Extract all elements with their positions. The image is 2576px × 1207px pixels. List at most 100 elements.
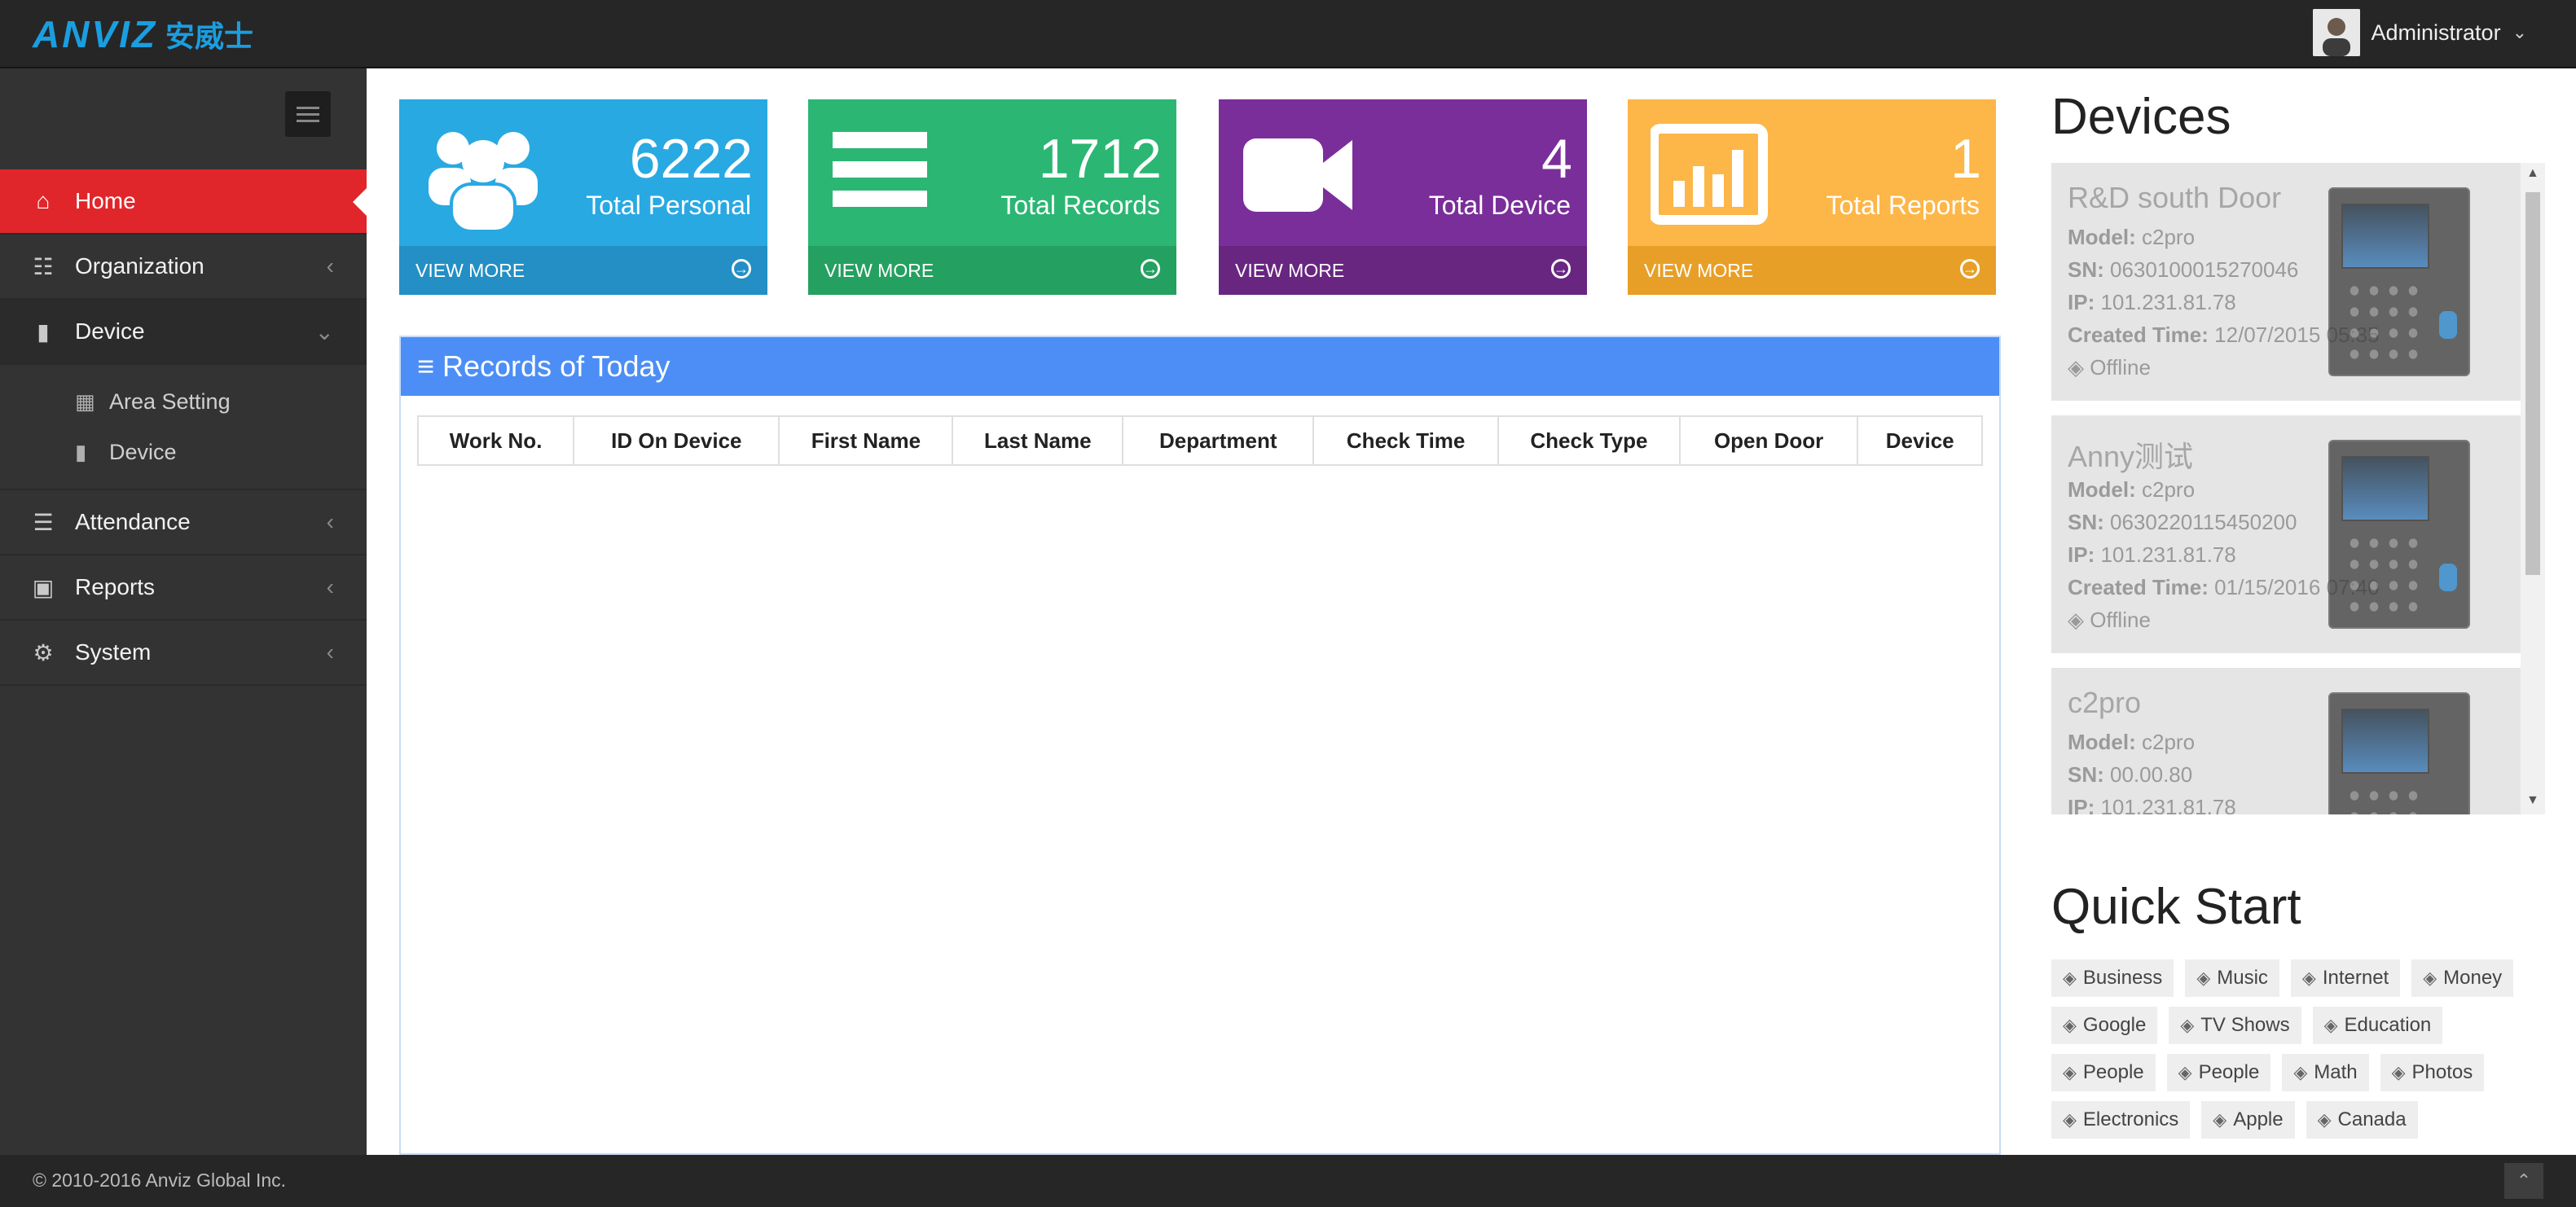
column-header[interactable]: Check Type — [1497, 415, 1681, 466]
tag-chip[interactable]: ◈ Canada — [2306, 1101, 2418, 1139]
sidebar-item-organization[interactable]: ☷ Organization ‹ — [0, 235, 367, 300]
stat-card-records: 1712 Total Records VIEW MORE → — [808, 99, 1176, 295]
home-icon: ⌂ — [36, 188, 51, 213]
scrollbar-thumb[interactable] — [2525, 192, 2540, 575]
devices-title: Devices — [2051, 89, 2231, 145]
tag-chip[interactable]: ◈ Education — [2312, 1007, 2443, 1044]
model-label: Model: — [2068, 225, 2136, 249]
sidebar-item-attendance[interactable]: ☰ Attendance ‹ — [0, 490, 367, 555]
grid-icon: ▦ — [75, 388, 95, 414]
tag-chip[interactable]: ◈ Apple — [2201, 1101, 2295, 1139]
chevron-up-icon: ⌃ — [2516, 1170, 2532, 1191]
tags-icon: ◈ — [2196, 968, 2211, 988]
scroll-up-icon[interactable]: ▲ — [2526, 166, 2539, 181]
column-header[interactable]: Work No. — [416, 415, 575, 466]
copyright-text: © 2010-2016 Anviz Global Inc. — [33, 1170, 287, 1191]
sidebar-item-device[interactable]: ▮ Device ⌄ — [0, 300, 367, 365]
bar-chart-icon — [1649, 114, 1773, 264]
sidebar-item-home[interactable]: ⌂ Home — [0, 169, 367, 235]
tag-chip[interactable]: ◈ Money — [2411, 959, 2514, 997]
submenu-item-device[interactable]: ▮ Device — [0, 427, 367, 477]
chevron-down-icon: ⌄ — [2512, 22, 2527, 42]
device-model: c2pro — [2142, 477, 2196, 502]
view-more-link[interactable]: VIEW MORE → — [399, 246, 767, 295]
sidebar-item-system[interactable]: ⚙ System ‹ — [0, 621, 367, 686]
anviz-logo[interactable]: ANVIZ 安威士 — [33, 13, 253, 55]
tag-label: Education — [2344, 1014, 2432, 1036]
user-menu[interactable]: Administrator ⌄ — [2312, 8, 2527, 57]
tag-chip[interactable]: ◈ People — [2166, 1054, 2271, 1091]
tags-icon: ◈ — [2063, 1109, 2077, 1130]
device-list[interactable]: R&D south Door Model: c2pro SN: 06301000… — [2051, 163, 2550, 814]
column-header[interactable]: Last Name — [952, 415, 1124, 466]
tag-icon: ◈ — [2068, 608, 2084, 632]
arrow-circle-right-icon: → — [732, 259, 751, 279]
tag-label: Business — [2082, 967, 2163, 989]
column-header[interactable]: First Name — [778, 415, 954, 466]
device-model: c2pro — [2142, 225, 2196, 249]
quick-start-tags: ◈ Business ◈ Music ◈ Internet ◈ Money ◈ Googl… — [2051, 959, 2556, 1139]
bars-icon — [831, 114, 937, 264]
tag-chip[interactable]: ◈ People — [2051, 1054, 2156, 1091]
device-ip: 101.231.81.78 — [2100, 795, 2236, 814]
device-sn: 00.00.80 — [2110, 762, 2193, 787]
view-more-link[interactable]: VIEW MORE → — [808, 246, 1176, 295]
tag-chip[interactable]: ◈ Google — [2051, 1007, 2158, 1044]
file-icon: ▣ — [32, 574, 55, 600]
sidebar-item-reports[interactable]: ▣ Reports ‹ — [0, 555, 367, 621]
tag-label: Google — [2082, 1014, 2147, 1036]
tags-icon: ◈ — [2423, 968, 2438, 988]
tag-chip[interactable]: ◈ Photos — [2380, 1054, 2485, 1091]
device-card[interactable]: c2pro Model: c2pro SN: 00.00.80 IP: 101.… — [2051, 668, 2522, 814]
device-image — [2328, 692, 2470, 814]
device-model: c2pro — [2142, 730, 2196, 754]
device-card[interactable]: R&D south Door Model: c2pro SN: 06301000… — [2051, 163, 2522, 401]
view-more-link[interactable]: VIEW MORE → — [1628, 246, 1996, 295]
stat-label: Total Records — [1000, 191, 1160, 220]
list-icon: ≡ — [417, 349, 435, 383]
tags-icon: ◈ — [2180, 1015, 2195, 1035]
scroll-down-icon[interactable]: ▼ — [2526, 793, 2539, 808]
created-label: Created Time: — [2068, 323, 2209, 347]
device-card[interactable]: Anny测试 Model: c2pro SN: 0630220115450200… — [2051, 415, 2522, 653]
records-header: ≡ Records of Today — [401, 337, 1999, 396]
chevron-left-icon: ‹ — [326, 509, 334, 534]
tag-chip[interactable]: ◈ TV Shows — [2169, 1007, 2301, 1044]
device-ip: 101.231.81.78 — [2100, 542, 2236, 567]
tag-chip[interactable]: ◈ Music — [2185, 959, 2279, 997]
sidebar-item-label: Attendance — [75, 509, 191, 534]
sidebar-toggle-button[interactable] — [285, 91, 331, 137]
arrow-circle-right-icon: → — [1551, 259, 1571, 279]
tag-label: Canada — [2337, 1108, 2407, 1130]
column-header[interactable]: Device — [1857, 415, 1983, 466]
submenu-item-area-setting[interactable]: ▦ Area Setting — [0, 376, 367, 427]
scroll-to-top-button[interactable]: ⌃ — [2504, 1163, 2543, 1199]
tags-icon: ◈ — [2063, 968, 2077, 988]
stat-label: Total Reports — [1826, 191, 1980, 220]
device-image — [2328, 187, 2470, 376]
device-list-scrollbar[interactable]: ▲ ▼ — [2521, 163, 2545, 814]
column-header[interactable]: Check Time — [1312, 415, 1499, 466]
table-header-row: Work No. ID On Device First Name Last Na… — [416, 415, 1983, 466]
sn-label: SN: — [2068, 510, 2104, 534]
ip-label: IP: — [2068, 542, 2095, 567]
device-ip: 101.231.81.78 — [2100, 290, 2236, 314]
tag-label: Electronics — [2082, 1108, 2179, 1130]
logo-text-en: ANVIZ — [33, 13, 157, 55]
tags-icon: ◈ — [2323, 1015, 2338, 1035]
column-header[interactable]: Department — [1122, 415, 1315, 466]
sn-label: SN: — [2068, 762, 2104, 787]
tag-label: Math — [2314, 1061, 2358, 1083]
tag-chip[interactable]: ◈ Internet — [2290, 959, 2401, 997]
records-panel: ≡ Records of Today Work No. ID On Device… — [399, 336, 2001, 1155]
tag-chip[interactable]: ◈ Math — [2282, 1054, 2369, 1091]
view-more-link[interactable]: VIEW MORE → — [1219, 246, 1587, 295]
tags-icon: ◈ — [2301, 968, 2316, 988]
column-header[interactable]: Open Door — [1678, 415, 1859, 466]
tag-chip[interactable]: ◈ Business — [2051, 959, 2174, 997]
stat-card-personal: 6222 Total Personal VIEW MORE → — [399, 99, 767, 295]
tag-chip[interactable]: ◈ Electronics — [2051, 1101, 2191, 1139]
column-header[interactable]: ID On Device — [573, 415, 780, 466]
created-label: Created Time: — [2068, 575, 2209, 599]
submenu-item-label: Area Setting — [109, 388, 231, 414]
